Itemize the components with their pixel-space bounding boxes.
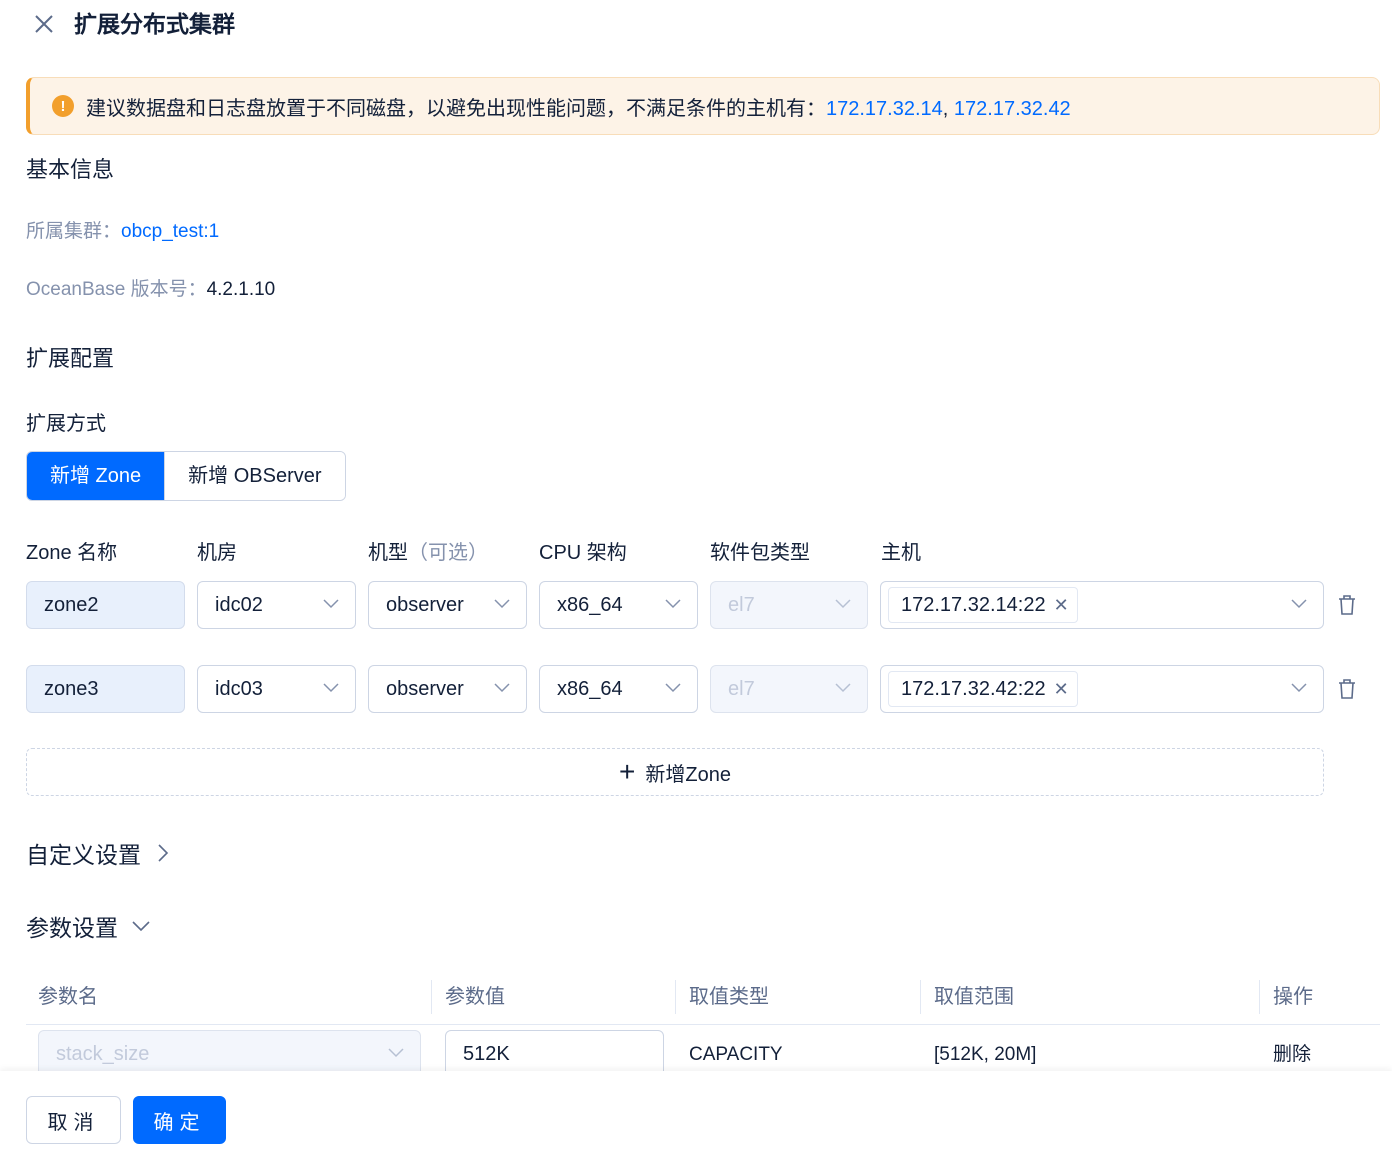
chevron-down-icon <box>1291 599 1307 609</box>
column-divider <box>920 980 921 1014</box>
chevron-down-icon <box>494 599 510 609</box>
page-title: 扩展分布式集群 <box>74 11 235 37</box>
chevron-down-icon <box>835 599 851 609</box>
th-value-range: 取值范围 <box>934 986 1014 1008</box>
th-param-name: 参数名 <box>38 986 98 1008</box>
col-model-label: 机型 <box>368 542 408 564</box>
mode-add-observer[interactable]: 新增 OBServer <box>164 452 345 500</box>
param-delete-link[interactable]: 删除 <box>1273 1040 1311 1070</box>
cpu-select[interactable]: x86_64 <box>539 665 698 713</box>
param-settings-toggle[interactable]: 参数设置 <box>26 909 150 943</box>
custom-settings-title: 自定义设置 <box>26 842 141 868</box>
chevron-down-icon <box>323 683 339 693</box>
cluster-link[interactable]: obcp_test:1 <box>121 221 219 242</box>
idc-select[interactable]: idc03 <box>197 665 356 713</box>
basic-info-title: 基本信息 <box>26 157 115 182</box>
confirm-button[interactable]: 确定 <box>133 1096 226 1144</box>
pkg-value: el7 <box>728 593 755 616</box>
model-select[interactable]: observer <box>368 665 527 713</box>
host-tag-label: 172.17.32.14:22 <box>901 594 1046 616</box>
param-name-value: stack_size <box>56 1042 150 1065</box>
version-row: OceanBase 版本号：4.2.1.10 <box>26 274 275 305</box>
add-zone-label: 新增Zone <box>645 763 731 786</box>
col-cpu: CPU 架构 <box>539 542 627 564</box>
delete-icon[interactable] <box>1337 594 1357 616</box>
col-pkg: 软件包类型 <box>710 542 810 564</box>
param-type: CAPACITY <box>689 1044 783 1065</box>
alert-message: 建议数据盘和日志盘放置于不同磁盘，以避免出现性能问题，不满足条件的主机有：172… <box>86 92 1071 121</box>
version-label: OceanBase 版本号： <box>26 279 207 300</box>
param-settings-title: 参数设置 <box>26 915 118 941</box>
col-model: 机型（可选） <box>368 538 488 568</box>
idc-select[interactable]: idc02 <box>197 581 356 629</box>
alert-text: 建议数据盘和日志盘放置于不同磁盘，以避免出现性能问题，不满足条件的主机有： <box>86 97 826 120</box>
th-action: 操作 <box>1273 986 1313 1008</box>
param-table-header: 参数名 参数值 取值类型 取值范围 操作 <box>26 970 1380 1025</box>
model-select[interactable]: observer <box>368 581 527 629</box>
custom-settings-toggle[interactable]: 自定义设置 <box>26 836 169 870</box>
add-zone-button[interactable]: + 新增Zone <box>26 748 1324 796</box>
chevron-down-icon <box>835 683 851 693</box>
chevron-down-icon <box>665 599 681 609</box>
expand-config-title: 扩展配置 <box>26 346 115 371</box>
host-select[interactable]: 172.17.32.42:22 ✕ <box>880 665 1324 713</box>
th-value-type: 取值类型 <box>689 986 769 1008</box>
chevron-down-icon <box>132 921 150 932</box>
chevron-down-icon <box>388 1048 404 1058</box>
expand-mode-label: 扩展方式 <box>26 413 106 435</box>
param-range: [512K, 20M] <box>934 1044 1037 1065</box>
zone-name-input[interactable]: zone2 <box>26 581 185 629</box>
cpu-value: x86_64 <box>557 677 623 700</box>
expand-mode-segmented: 新增 Zone 新增 OBServer <box>26 451 346 501</box>
chevron-down-icon <box>1291 683 1307 693</box>
drawer-header: 扩展分布式集群 <box>0 0 1392 50</box>
alert-separator: , <box>942 97 949 120</box>
host-tag-label: 172.17.32.42:22 <box>901 678 1046 700</box>
version-value: 4.2.1.10 <box>206 279 276 300</box>
column-divider <box>431 980 432 1014</box>
chevron-right-icon <box>158 844 169 862</box>
cpu-value: x86_64 <box>557 593 623 616</box>
warning-icon: ! <box>52 95 74 117</box>
delete-icon[interactable] <box>1337 678 1357 700</box>
idc-value: idc03 <box>215 677 263 700</box>
col-idc: 机房 <box>197 542 237 564</box>
footer-bar: 取消 确定 <box>0 1071 1392 1152</box>
chevron-down-icon <box>494 683 510 693</box>
tag-close-icon[interactable]: ✕ <box>1054 672 1069 706</box>
host-select[interactable]: 172.17.32.14:22 ✕ <box>880 581 1324 629</box>
col-zone-name: Zone 名称 <box>26 542 118 564</box>
cancel-button[interactable]: 取消 <box>26 1096 121 1144</box>
col-host: 主机 <box>881 542 921 564</box>
host-tag: 172.17.32.14:22 ✕ <box>888 587 1078 623</box>
column-divider <box>1259 980 1260 1014</box>
pkg-value: el7 <box>728 677 755 700</box>
mode-add-zone[interactable]: 新增 Zone <box>27 452 165 500</box>
model-value: observer <box>386 677 464 700</box>
column-divider <box>675 980 676 1014</box>
model-value: observer <box>386 593 464 616</box>
pkg-select: el7 <box>710 665 868 713</box>
cluster-row: 所属集群：obcp_test:1 <box>26 216 219 247</box>
plus-icon: + <box>619 756 636 787</box>
host-tag: 172.17.32.42:22 ✕ <box>888 671 1078 707</box>
close-icon[interactable] <box>32 12 56 36</box>
col-model-optional: （可选） <box>408 542 488 564</box>
th-param-value: 参数值 <box>445 986 505 1008</box>
alert-host-link-1[interactable]: 172.17.32.14 <box>826 98 943 120</box>
cpu-select[interactable]: x86_64 <box>539 581 698 629</box>
pkg-select: el7 <box>710 581 868 629</box>
warning-alert: ! 建议数据盘和日志盘放置于不同磁盘，以避免出现性能问题，不满足条件的主机有：1… <box>26 77 1380 135</box>
cluster-label: 所属集群： <box>26 221 122 242</box>
zone-name-input[interactable]: zone3 <box>26 665 185 713</box>
tag-close-icon[interactable]: ✕ <box>1054 588 1069 622</box>
chevron-down-icon <box>323 599 339 609</box>
chevron-down-icon <box>665 683 681 693</box>
idc-value: idc02 <box>215 593 263 616</box>
alert-host-link-2[interactable]: 172.17.32.42 <box>954 98 1071 120</box>
